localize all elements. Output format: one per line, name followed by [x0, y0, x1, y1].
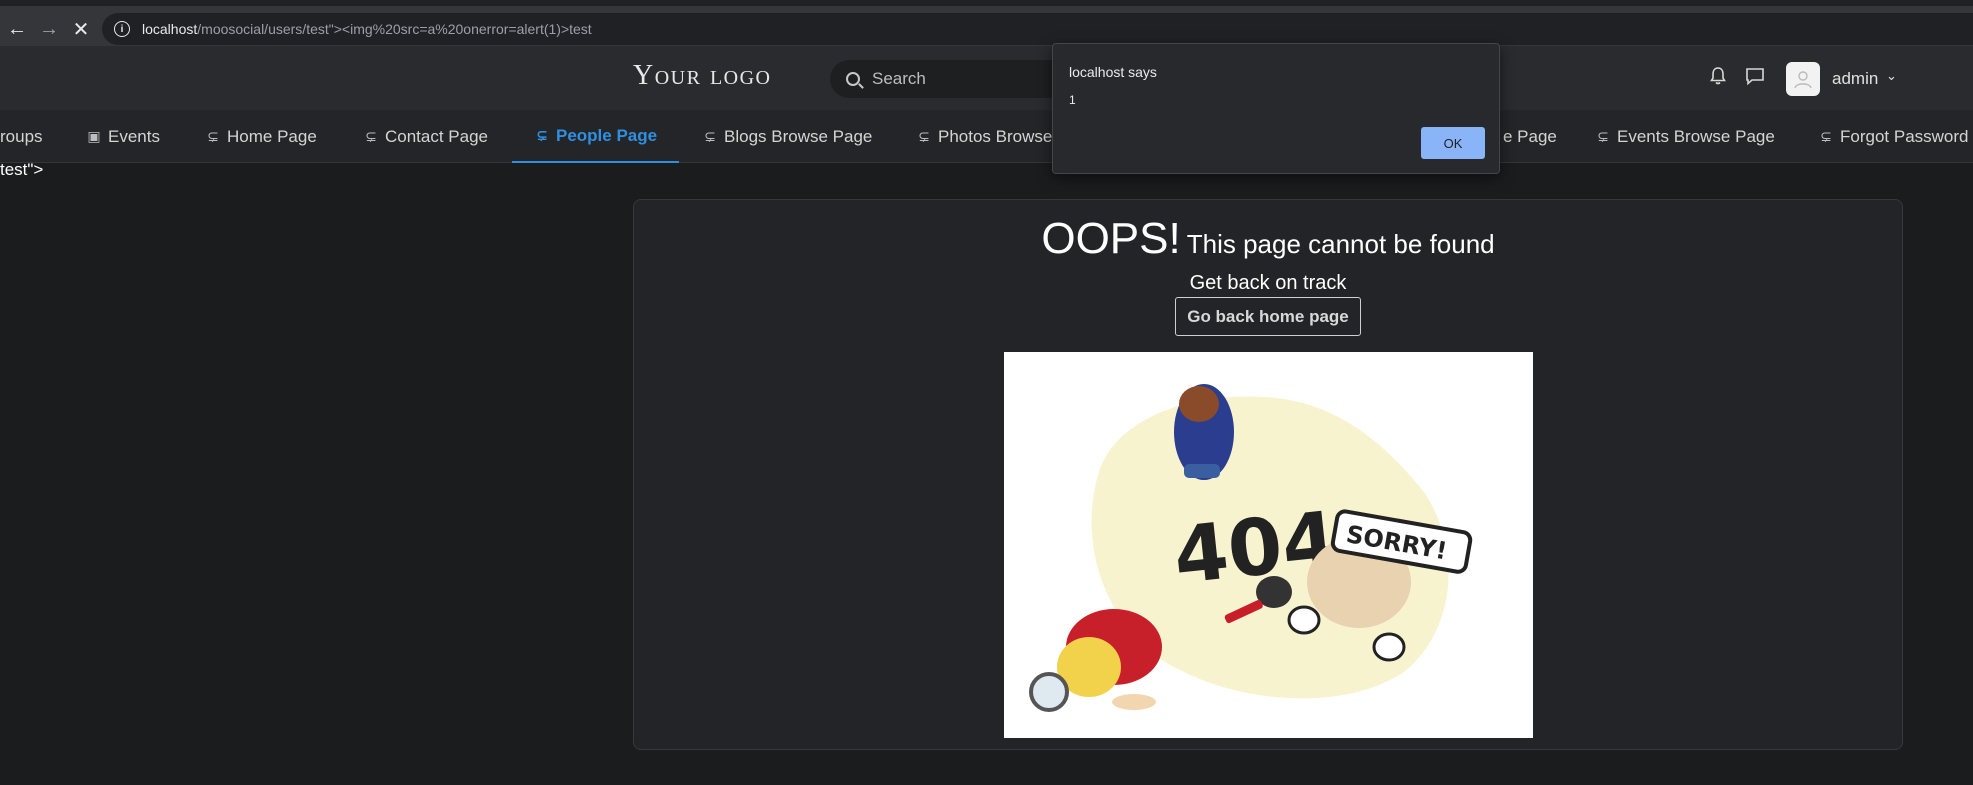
back-arrow-icon[interactable]: ←	[4, 16, 30, 42]
page-icon: ⊊	[1820, 128, 1832, 144]
chat-icon[interactable]	[1744, 66, 1766, 88]
page-icon: ⊊	[1597, 128, 1609, 144]
character-top-feet	[1184, 464, 1220, 478]
menu-item-label: People Page	[556, 125, 658, 145]
address-bar[interactable]: i localhost/moosocial/users/test"><img%2…	[102, 13, 1973, 45]
user-silhouette-icon	[1794, 71, 1812, 89]
menu-item-label: Events Browse Page	[1617, 126, 1775, 146]
character-sorry-shoe	[1287, 605, 1321, 635]
page-icon: ⊊	[536, 127, 548, 143]
site-logo[interactable]: Your logo	[633, 60, 772, 92]
menu-item-page[interactable]: e Page	[1503, 110, 1557, 163]
page-icon: ⊊	[207, 128, 219, 144]
bell-icon[interactable]	[1707, 66, 1729, 88]
menu-item-label: Blogs Browse Page	[724, 126, 873, 146]
character-top-head	[1179, 386, 1219, 422]
menu-item-events[interactable]: ▣ Events	[86, 110, 160, 163]
menu-item-groups[interactable]: roups	[0, 110, 43, 163]
search-icon	[846, 72, 860, 86]
forward-arrow-icon[interactable]: →	[36, 16, 62, 42]
page-icon: ⊊	[704, 128, 716, 144]
menu-item-home-page[interactable]: ⊊ Home Page	[205, 110, 317, 163]
error-card: OOPS! This page cannot be found Get back …	[633, 199, 1903, 750]
browser-chrome: ← → ✕ i localhost/moosocial/users/test">…	[0, 0, 1973, 46]
dialog-title: localhost says	[1069, 64, 1157, 80]
oops-title: OOPS!	[1041, 214, 1181, 263]
chevron-down-icon[interactable]: ⌄	[1886, 68, 1897, 84]
error-heading: OOPS! This page cannot be found	[634, 214, 1902, 264]
get-back-text: Get back on track	[1189, 272, 1347, 294]
user-name[interactable]: admin	[1832, 69, 1878, 89]
page-icon: ⊊	[918, 128, 930, 144]
menu-item-forgot-password[interactable]: ⊊ Forgot Password	[1818, 110, 1969, 163]
avatar[interactable]	[1786, 62, 1820, 96]
magnifier-icon	[1029, 672, 1069, 712]
character-bottom-hand	[1112, 694, 1156, 710]
page-icon: ⊊	[365, 128, 377, 144]
menu-item-label: Events	[108, 126, 160, 146]
menu-item-label: Contact Page	[385, 126, 489, 146]
menu-item-photos-browse[interactable]: ⊊ Photos Browse	[916, 110, 1052, 163]
404-illustration: 404 SORRY!	[1004, 352, 1533, 738]
menu-item-label: Photos Browse	[938, 126, 1053, 146]
site-info-icon[interactable]: i	[114, 21, 130, 37]
go-back-home-button[interactable]: Go back home page	[1175, 297, 1361, 336]
menu-item-blogs-browse-page[interactable]: ⊊ Blogs Browse Page	[702, 110, 872, 163]
menu-item-label: e Page	[1503, 126, 1557, 146]
menu-item-label: Home Page	[227, 126, 317, 146]
character-sorry-shoe	[1372, 632, 1406, 662]
stop-loading-icon[interactable]: ✕	[68, 16, 94, 42]
menu-item-contact-page[interactable]: ⊊ Contact Page	[363, 110, 488, 163]
injected-text: test">	[0, 160, 44, 179]
dialog-message: 1	[1069, 93, 1076, 107]
main-menu: roups ▣ Events ⊊ Home Page ⊊ Contact Pag…	[0, 110, 1973, 163]
ok-button[interactable]: OK	[1421, 127, 1485, 159]
url-text[interactable]: localhost/moosocial/users/test"><img%20s…	[142, 21, 592, 37]
url-host: localhost	[142, 21, 198, 37]
menu-item-people-page[interactable]: ⊊ People Page	[512, 110, 680, 163]
menu-item-label: Forgot Password	[1840, 126, 1969, 146]
site-header: Your logo admin ⌄	[0, 46, 1973, 110]
url-path: /moosocial/users/test"><img%20src=a%20on…	[197, 21, 592, 37]
menu-item-label: roups	[0, 126, 43, 146]
oops-subtitle: This page cannot be found	[1186, 229, 1495, 259]
menu-item-events-browse-page[interactable]: ⊊ Events Browse Page	[1595, 110, 1775, 163]
alert-dialog: localhost says 1 OK	[1052, 43, 1500, 174]
calendar-icon: ▣	[87, 128, 101, 144]
